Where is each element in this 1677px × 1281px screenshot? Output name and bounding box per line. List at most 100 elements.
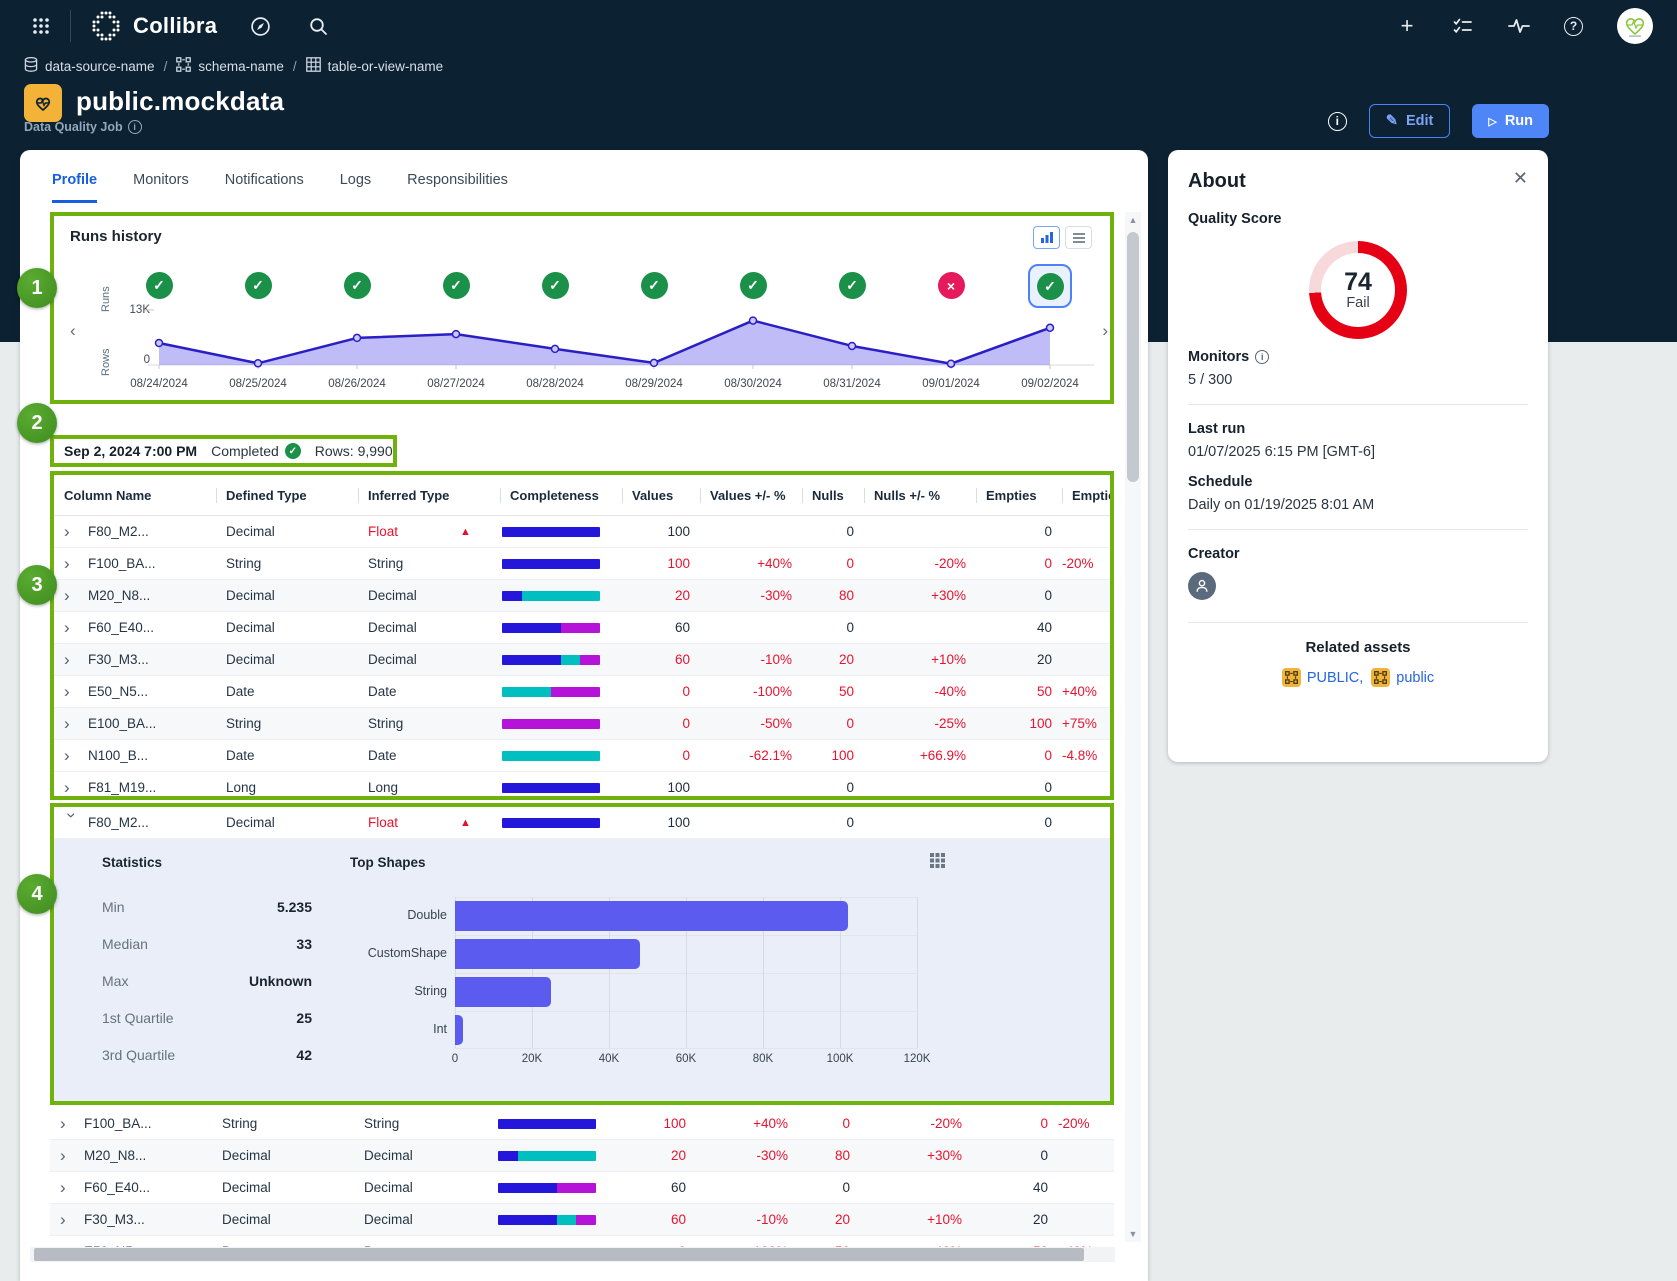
search-icon[interactable]	[307, 15, 329, 37]
breadcrumb-item-table-or-view-name[interactable]: table-or-view-name	[306, 57, 444, 75]
inferred-type-label: Long	[368, 780, 460, 795]
related-asset-link[interactable]: public	[1371, 668, 1434, 687]
row-metric-value: 0	[972, 1116, 1058, 1131]
tab-profile[interactable]: Profile	[52, 172, 97, 203]
row-expand-chevron-icon[interactable]: ›	[64, 813, 81, 833]
table-row[interactable]: ›F100_BA...StringString100+40%0-20%0-20%	[54, 548, 1110, 580]
row-expand-chevron-icon[interactable]: ›	[54, 587, 82, 604]
column-header-nulls-[interactable]: Nulls +/- %	[864, 488, 976, 503]
table-row[interactable]: ›F100_BA...StringString100+40%0-20%0-20%	[50, 1108, 1114, 1140]
row-metric-value: +40%	[696, 1116, 798, 1131]
run-status-pass-icon[interactable]: ✓	[443, 272, 470, 299]
table-row[interactable]: ›F80_M2...DecimalFloat▲10000	[54, 516, 1110, 548]
activity-pulse-icon[interactable]	[1508, 15, 1530, 37]
table-row[interactable]: ›E100_BA...StringString0-50%0-25%100+75%	[54, 708, 1110, 740]
app-grid-icon[interactable]	[30, 15, 52, 37]
table-row[interactable]: ›E50_N5...DateDate0-100%50-40%50+40%	[50, 1236, 1114, 1247]
table-row[interactable]: ›F80_M2...DecimalFloat▲10000	[54, 807, 1110, 839]
related-asset-link[interactable]: PUBLIC,	[1282, 668, 1363, 687]
add-icon[interactable]: +	[1396, 15, 1418, 37]
collibra-logo[interactable]: Collibra	[89, 9, 217, 43]
column-header-column-name[interactable]: Column Name	[54, 488, 216, 503]
row-defined-type: String	[212, 1116, 354, 1131]
monitors-info-icon[interactable]: i	[1255, 350, 1269, 364]
creator-avatar[interactable]	[1188, 572, 1216, 600]
scroll-down-arrow-icon[interactable]: ▼	[1125, 1226, 1141, 1242]
row-expand-chevron-icon[interactable]: ›	[54, 747, 82, 764]
row-expand-chevron-icon[interactable]: ›	[54, 779, 82, 796]
user-avatar[interactable]	[1617, 8, 1653, 44]
edit-button[interactable]: ✎ Edit	[1369, 104, 1451, 138]
row-expand-chevron-icon[interactable]: ›	[50, 1179, 78, 1196]
run-status-pass-icon[interactable]: ✓	[1037, 273, 1064, 300]
chart-next-arrow-icon[interactable]: ›	[1102, 322, 1108, 339]
row-expand-chevron-icon[interactable]: ›	[50, 1115, 78, 1132]
table-row[interactable]: ›M20_N8...DecimalDecimal20-30%80+30%0	[54, 580, 1110, 612]
divider	[1188, 404, 1528, 405]
breadcrumb-item-data-source-name[interactable]: data-source-name	[24, 57, 155, 75]
table-row[interactable]: ›F81_M19...LongLong10000	[54, 772, 1110, 800]
table-row[interactable]: ›F30_M3...DecimalDecimal60-10%20+10%20	[54, 644, 1110, 676]
divider	[1188, 529, 1528, 530]
list-view-toggle[interactable]	[1065, 226, 1092, 249]
row-metric-value: +66.9%	[864, 748, 976, 763]
run-button[interactable]: ▷ Run	[1472, 104, 1549, 138]
row-expand-chevron-icon[interactable]: ›	[54, 555, 82, 572]
column-header-nulls[interactable]: Nulls	[802, 488, 864, 503]
row-expand-chevron-icon[interactable]: ›	[50, 1211, 78, 1228]
table-row[interactable]: ›F60_E40...DecimalDecimal60040	[50, 1172, 1114, 1204]
table-row[interactable]: ›E50_N5...DateDate0-100%50-40%50+40%	[54, 676, 1110, 708]
column-header-empties-[interactable]: Empties +...	[1062, 488, 1110, 503]
table-row[interactable]: ›F60_E40...DecimalDecimal60040	[54, 612, 1110, 644]
run-status-fail-icon[interactable]: ×	[938, 272, 965, 299]
breadcrumb-item-schema-name[interactable]: schema-name	[176, 57, 284, 75]
page-info-icon[interactable]: i	[1328, 112, 1347, 131]
horizontal-scrollbar[interactable]	[30, 1247, 1115, 1262]
row-expand-chevron-icon[interactable]: ›	[54, 683, 82, 700]
row-expand-chevron-icon[interactable]: ›	[54, 523, 82, 540]
scroll-up-arrow-icon[interactable]: ▲	[1125, 212, 1141, 228]
column-header-values[interactable]: Values	[622, 488, 700, 503]
chart-prev-arrow-icon[interactable]: ‹	[70, 322, 76, 339]
row-completeness	[496, 1151, 618, 1161]
run-status-pass-icon[interactable]: ✓	[641, 272, 668, 299]
tab-monitors[interactable]: Monitors	[133, 172, 189, 203]
column-header-inferred-type[interactable]: Inferred Type	[358, 488, 500, 503]
column-header-empties[interactable]: Empties	[976, 488, 1062, 503]
run-status-pass-icon[interactable]: ✓	[740, 272, 767, 299]
subtitle-info-icon[interactable]: i	[128, 120, 142, 134]
run-status-pass-icon[interactable]: ✓	[344, 272, 371, 299]
row-expand-chevron-icon[interactable]: ›	[54, 651, 82, 668]
column-header-completeness[interactable]: Completeness	[500, 488, 622, 503]
vertical-scrollbar-thumb[interactable]	[1127, 232, 1139, 482]
row-metric-value: 0	[802, 815, 864, 830]
table-row[interactable]: ›M20_N8...DecimalDecimal20-30%80+30%0	[50, 1140, 1114, 1172]
tasks-checklist-icon[interactable]	[1452, 15, 1474, 37]
shapes-table-view-icon[interactable]	[930, 853, 945, 873]
table-row[interactable]: ›F30_M3...DecimalDecimal60-10%20+10%20	[50, 1204, 1114, 1236]
annotation-badge-4: 4	[17, 874, 57, 914]
tab-notifications[interactable]: Notifications	[225, 172, 304, 203]
run-status-pass-icon[interactable]: ✓	[245, 272, 272, 299]
row-column-name: E50_N5...	[82, 684, 216, 699]
run-status-pass-icon[interactable]: ✓	[146, 272, 173, 299]
tab-logs[interactable]: Logs	[340, 172, 371, 203]
run-status-pass-icon[interactable]: ✓	[542, 272, 569, 299]
horizontal-scrollbar-thumb[interactable]	[34, 1248, 1084, 1261]
tab-responsibilities[interactable]: Responsibilities	[407, 172, 508, 203]
row-expand-chevron-icon[interactable]: ›	[54, 715, 82, 732]
vertical-scrollbar[interactable]: ▲ ▼	[1125, 212, 1141, 1242]
explore-compass-icon[interactable]	[249, 15, 271, 37]
close-icon[interactable]: ✕	[1513, 168, 1528, 189]
run-status-pass-icon[interactable]: ✓	[839, 272, 866, 299]
row-metric-value: 40	[976, 620, 1062, 635]
table-row[interactable]: ›N100_B...DateDate0-62.1%100+66.9%0-4.8%	[54, 740, 1110, 772]
statistic-label: Max	[102, 973, 128, 989]
column-header-defined-type[interactable]: Defined Type	[216, 488, 358, 503]
help-icon[interactable]: ?	[1564, 17, 1583, 36]
column-header-values-[interactable]: Values +/- %	[700, 488, 802, 503]
row-expand-chevron-icon[interactable]: ›	[50, 1147, 78, 1164]
chart-view-toggle[interactable]	[1033, 226, 1060, 249]
row-expand-chevron-icon[interactable]: ›	[54, 619, 82, 636]
breadcrumb-separator: /	[164, 59, 168, 74]
